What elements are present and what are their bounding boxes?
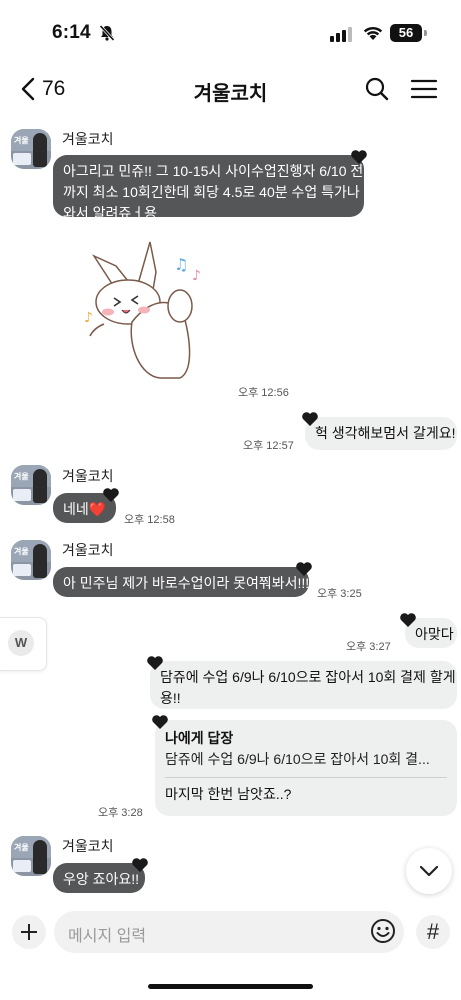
message-line: 까지 최소 10회긴한데 회당 4.5로 40분 수업 특가나	[63, 184, 360, 200]
heart-reaction-icon[interactable]	[301, 411, 319, 427]
hamburger-menu-icon[interactable]	[410, 78, 438, 100]
scroll-to-bottom-button[interactable]	[406, 848, 452, 894]
message-time: 오후 12:56	[238, 387, 289, 399]
avatar[interactable]: 겨울	[11, 465, 51, 505]
sender-name: 겨울코치	[62, 131, 114, 147]
heart-reaction-icon[interactable]	[295, 561, 313, 577]
battery-nub	[424, 30, 427, 36]
emoji-icon[interactable]	[370, 918, 396, 944]
message-bubble[interactable]: 담쥬에 수업 6/9나 6/10으로 잡아서 10회 결제 할게 용!!	[150, 661, 457, 709]
sender-name: 겨울코치	[62, 542, 114, 558]
heart-reaction-icon[interactable]	[151, 714, 169, 730]
heart-reaction-icon[interactable]	[350, 149, 368, 165]
svg-text:♫: ♫	[174, 255, 188, 274]
message-line: 아그리고 민쥬!! 그 10-15시 사이수업진행자 6/10 전	[63, 163, 364, 179]
message-input-placeholder: 메시지 입력	[68, 928, 147, 945]
heart-reaction-icon[interactable]	[131, 857, 149, 873]
reply-divider	[165, 777, 447, 778]
attach-plus-button[interactable]	[12, 915, 46, 949]
message-time: 오후 12:58	[124, 514, 175, 526]
avatar[interactable]: 겨울	[11, 836, 51, 876]
message-bubble[interactable]: 아그리고 민쥬!! 그 10-15시 사이수업진행자 6/10 전 까지 최소 …	[53, 155, 364, 221]
battery-icon: 56	[390, 24, 422, 42]
signal-icon	[330, 27, 352, 42]
message-time: 오후 3:25	[317, 588, 362, 600]
avatar[interactable]: 겨울	[11, 129, 51, 169]
message-line: 담쥬에 수업 6/9나 6/10으로 잡아서 10회 결제 할게	[160, 669, 456, 685]
message-line: 용!!	[160, 690, 181, 706]
home-indicator	[148, 984, 313, 989]
message-time: 오후 12:57	[243, 440, 294, 452]
reply-message-bubble[interactable]: 나에게 답장 담쥬에 수업 6/9나 6/10으로 잡아서 10회 결... 마…	[155, 720, 457, 816]
heart-reaction-icon[interactable]	[146, 655, 164, 671]
search-icon[interactable]	[364, 76, 390, 102]
reply-quote[interactable]: 담쥬에 수업 6/9나 6/10으로 잡아서 10회 결...	[165, 749, 447, 770]
hashtag-button[interactable]: #	[416, 915, 450, 949]
message-bubble[interactable]: 아 민주님 제가 바로수업이라 못여쭤봐서!!!	[53, 567, 309, 597]
chevron-down-icon	[419, 865, 439, 877]
avatar[interactable]: 겨울	[11, 540, 51, 580]
dancing-bunny-sticker[interactable]: ♫ ♪ ♪	[80, 236, 220, 386]
message-text: 마지막 한번 남앗죠..?	[165, 786, 292, 802]
bell-slash-icon	[99, 24, 115, 42]
message-time: 오후 3:28	[98, 807, 143, 819]
sender-name: 겨울코치	[62, 838, 114, 854]
side-widget-button[interactable]: W	[8, 630, 34, 656]
sender-name: 겨울코치	[62, 468, 114, 484]
heart-reaction-icon[interactable]	[399, 612, 417, 628]
status-time: 6:14	[52, 22, 91, 43]
plus-icon	[21, 924, 37, 940]
wifi-icon	[363, 26, 383, 40]
message-bubble[interactable]: 헉 생각해보멈서 갈게요!	[305, 417, 457, 450]
reply-label: 나에게 답장	[165, 730, 234, 746]
chat-title: 겨울코치	[193, 83, 268, 105]
svg-text:♪: ♪	[84, 310, 93, 326]
heart-reaction-icon[interactable]	[102, 487, 120, 503]
svg-text:♪: ♪	[192, 268, 201, 284]
message-time: 오후 3:27	[346, 641, 391, 653]
message-line: 와서 알려쥬ㅓ용	[63, 205, 158, 221]
